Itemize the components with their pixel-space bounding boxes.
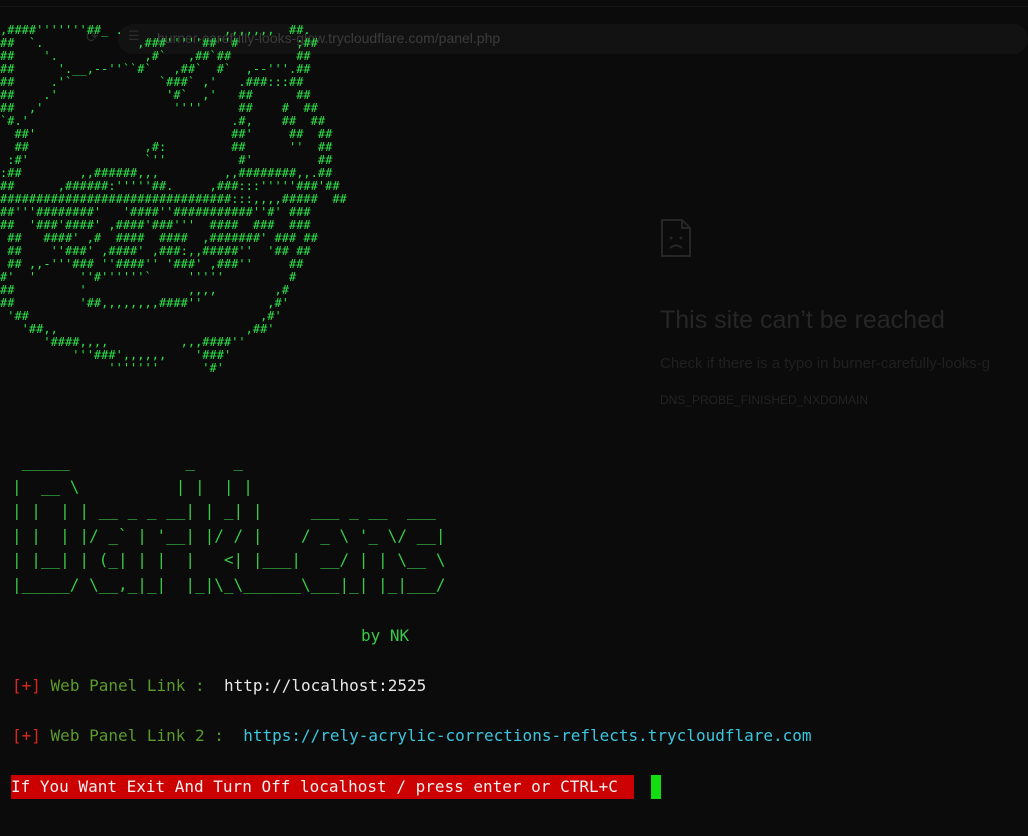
web-panel-link-2-line: [+] Web Panel Link 2 : https://rely-acry… xyxy=(12,726,812,745)
exit-prompt: If You Want Exit And Turn Off localhost … xyxy=(11,775,634,799)
plus-marker: [+] xyxy=(12,726,41,745)
plus-marker: [+] xyxy=(12,676,41,695)
terminal-window[interactable]: ,####'''''''##_ . ,,,,,,, ##. ## `. ,###… xyxy=(0,0,1028,836)
skull-ascii-art: ,####'''''''##_ . ,,,,,,, ##. ## `. ,###… xyxy=(0,23,347,375)
darklens-ascii-banner: _____ _ _ | __ \ | | | | | | | | __ _ _ … xyxy=(12,452,446,594)
web-panel-link-2-label: Web Panel Link 2 : xyxy=(50,726,224,745)
terminal-cursor[interactable] xyxy=(651,775,661,799)
author-byline: by NK xyxy=(361,626,410,645)
web-panel-link-label: Web Panel Link : xyxy=(50,676,205,695)
web-panel-link-line: [+] Web Panel Link : http://localhost:25… xyxy=(12,676,426,695)
cloudflare-link[interactable]: https://rely-acrylic-corrections-reflect… xyxy=(243,726,811,745)
local-link[interactable]: http://localhost:2525 xyxy=(224,676,426,695)
